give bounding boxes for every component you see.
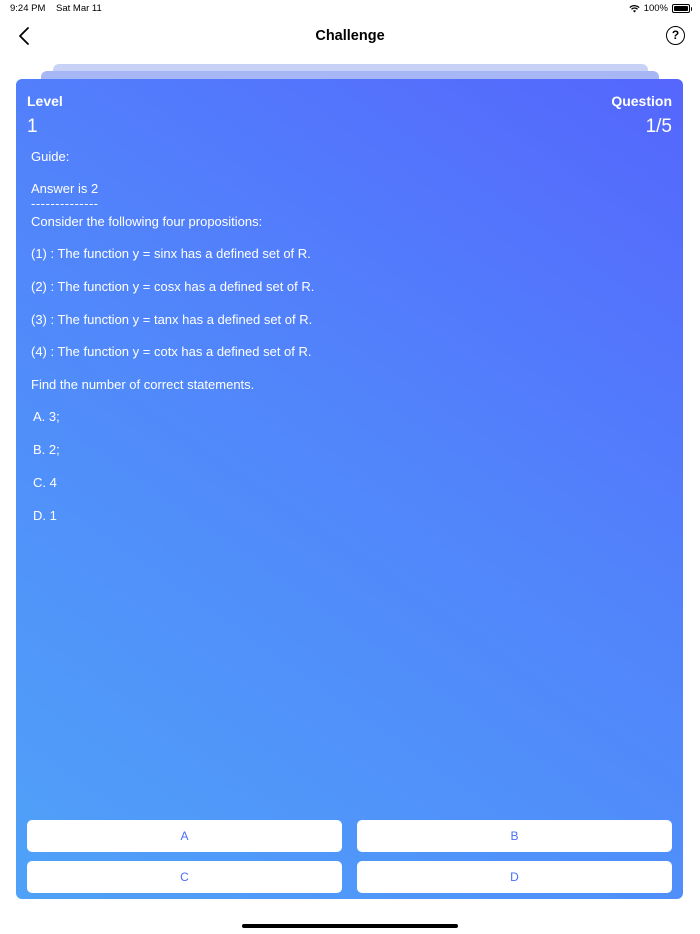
- option-d: D. 1: [33, 508, 57, 523]
- battery-icon: [672, 4, 692, 13]
- answer-a-button[interactable]: A: [27, 820, 342, 852]
- answer-b-button[interactable]: B: [357, 820, 672, 852]
- status-bar: 9:24 PM Sat Mar 11 100%: [0, 0, 700, 18]
- status-right: 100%: [629, 3, 692, 14]
- separator: --------------: [31, 196, 99, 211]
- question-card: Level 1 Question 1/5 Guide: Answer is 2 …: [16, 79, 683, 899]
- option-b: B. 2;: [33, 442, 60, 457]
- question-label: Question: [611, 93, 672, 109]
- guide-label: Guide:: [31, 149, 70, 164]
- status-left: 9:24 PM Sat Mar 11: [10, 3, 110, 14]
- level-value: 1: [27, 116, 38, 137]
- wifi-icon: [629, 5, 640, 13]
- answer-c-button[interactable]: C: [27, 861, 342, 893]
- question-text: Find the number of correct statements.: [31, 377, 255, 392]
- question-mark-icon: ?: [671, 28, 680, 42]
- option-c: C. 4: [33, 475, 57, 490]
- level-label: Level: [27, 93, 63, 109]
- status-time: 9:24 PM: [10, 3, 46, 14]
- option-a: A. 3;: [33, 409, 60, 424]
- page-title: Challenge: [315, 28, 385, 44]
- status-date: Sat Mar 11: [56, 3, 102, 14]
- nav-bar: Challenge ?: [0, 18, 700, 56]
- prompt-text: Consider the following four propositions…: [31, 214, 263, 229]
- answer-hint: Answer is 2: [31, 181, 99, 196]
- battery-percent: 100%: [643, 3, 668, 14]
- question-counter: 1/5: [645, 116, 672, 137]
- proposition-2: (2) : The function y = cosx has a define…: [31, 279, 315, 294]
- proposition-4: (4) : The function y = cotx has a define…: [31, 344, 312, 359]
- answer-d-button[interactable]: D: [357, 861, 672, 893]
- proposition-3: (3) : The function y = tanx has a define…: [31, 312, 313, 327]
- proposition-1: (1) : The function y = sinx has a define…: [31, 246, 311, 261]
- home-indicator: [242, 924, 458, 928]
- help-button[interactable]: ?: [666, 26, 685, 45]
